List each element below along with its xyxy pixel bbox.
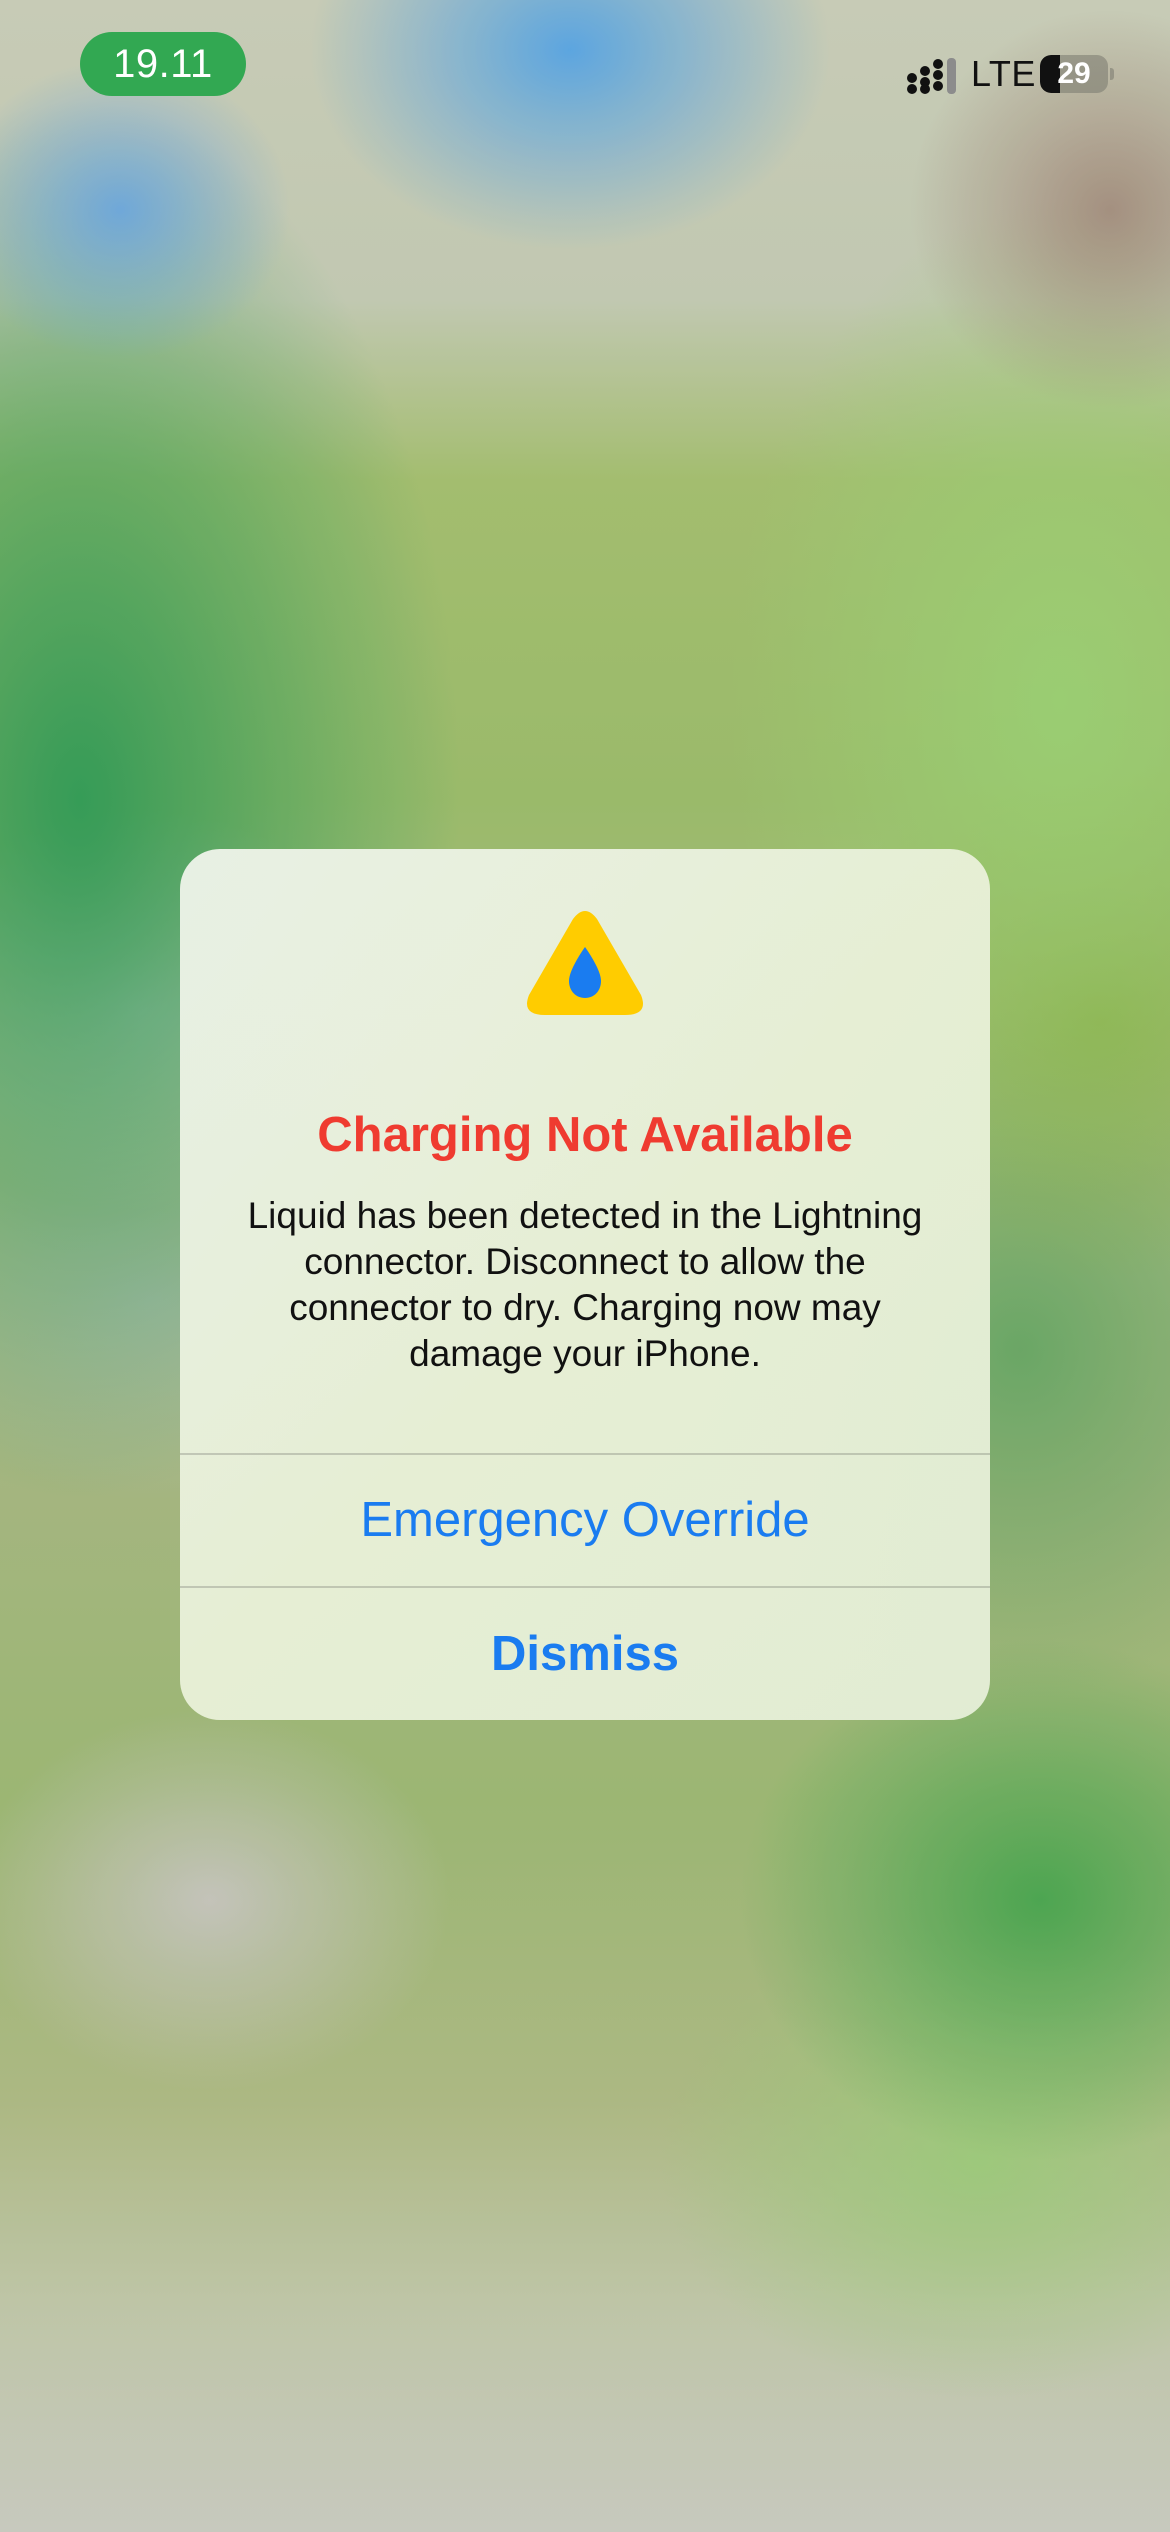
battery-tip — [1110, 68, 1114, 80]
charging-alert-dialog: Charging Not Available Liquid has been d… — [180, 849, 990, 1720]
liquid-warning-icon — [527, 911, 643, 1015]
status-bar: 19.11 LTE 29 — [0, 0, 1170, 140]
battery-icon: 29 — [1040, 55, 1114, 93]
emergency-override-button[interactable]: Emergency Override — [180, 1455, 990, 1586]
cellular-signal-icon — [907, 58, 956, 94]
network-type: LTE — [971, 53, 1036, 94]
status-time-pill[interactable]: 19.11 — [80, 32, 246, 96]
alert-title: Charging Not Available — [317, 1108, 853, 1162]
status-time: 19.11 — [113, 42, 213, 86]
dismiss-button[interactable]: Dismiss — [180, 1588, 990, 1720]
battery-body: 29 — [1040, 55, 1108, 93]
battery-level: 29 — [1057, 57, 1091, 90]
alert-message: Liquid has been detected in the Lightnin… — [247, 1195, 923, 1374]
